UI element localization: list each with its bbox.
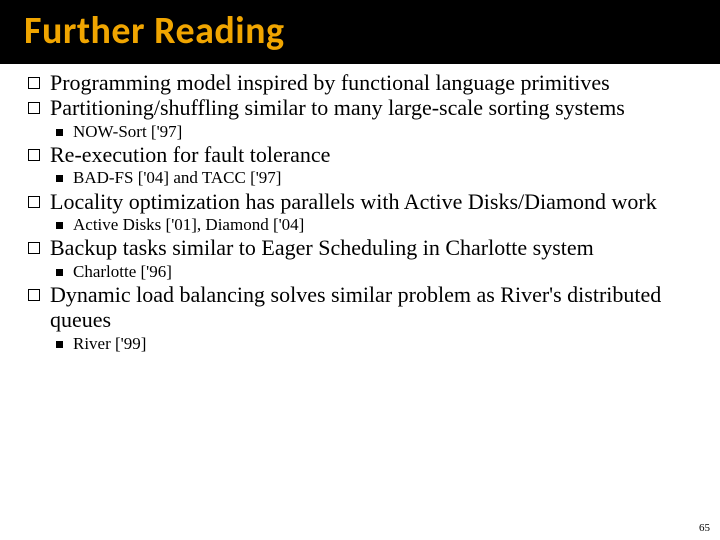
checkbox-icon [28, 242, 40, 254]
bullet-text: Locality optimization has parallels with… [50, 189, 657, 214]
sub-item: BAD-FS ['04] and TACC ['97] [56, 168, 692, 188]
slide-title: Further Reading [24, 8, 720, 54]
sub-text: Charlotte ['96] [73, 262, 172, 282]
bullet-item: Programming model inspired by functional… [28, 70, 692, 95]
bullet-item: Dynamic load balancing solves similar pr… [28, 282, 692, 333]
bullet-text: Dynamic load balancing solves similar pr… [50, 282, 692, 333]
slide-body: Programming model inspired by functional… [0, 64, 720, 354]
square-bullet-icon [56, 175, 63, 182]
sub-text: BAD-FS ['04] and TACC ['97] [73, 168, 281, 188]
checkbox-icon [28, 102, 40, 114]
sub-item: Charlotte ['96] [56, 262, 692, 282]
bullet-text: Backup tasks similar to Eager Scheduling… [50, 235, 594, 260]
square-bullet-icon [56, 222, 63, 229]
square-bullet-icon [56, 341, 63, 348]
bullet-item: Partitioning/shuffling similar to many l… [28, 95, 692, 120]
bullet-item: Re-execution for fault tolerance [28, 142, 692, 167]
sub-item: Active Disks ['01], Diamond ['04] [56, 215, 692, 235]
title-band: Further Reading [0, 0, 720, 64]
checkbox-icon [28, 149, 40, 161]
checkbox-icon [28, 289, 40, 301]
sub-text: Active Disks ['01], Diamond ['04] [73, 215, 304, 235]
checkbox-icon [28, 196, 40, 208]
page-number: 65 [699, 522, 710, 534]
slide: Further Reading Programming model inspir… [0, 0, 720, 540]
bullet-text: Re-execution for fault tolerance [50, 142, 330, 167]
sub-text: River ['99] [73, 334, 146, 354]
bullet-item: Backup tasks similar to Eager Scheduling… [28, 235, 692, 260]
bullet-text: Partitioning/shuffling similar to many l… [50, 95, 625, 120]
square-bullet-icon [56, 129, 63, 136]
bullet-text: Programming model inspired by functional… [50, 70, 610, 95]
sub-item: River ['99] [56, 334, 692, 354]
sub-text: NOW-Sort ['97] [73, 122, 182, 142]
checkbox-icon [28, 77, 40, 89]
sub-item: NOW-Sort ['97] [56, 122, 692, 142]
bullet-item: Locality optimization has parallels with… [28, 189, 692, 214]
square-bullet-icon [56, 269, 63, 276]
